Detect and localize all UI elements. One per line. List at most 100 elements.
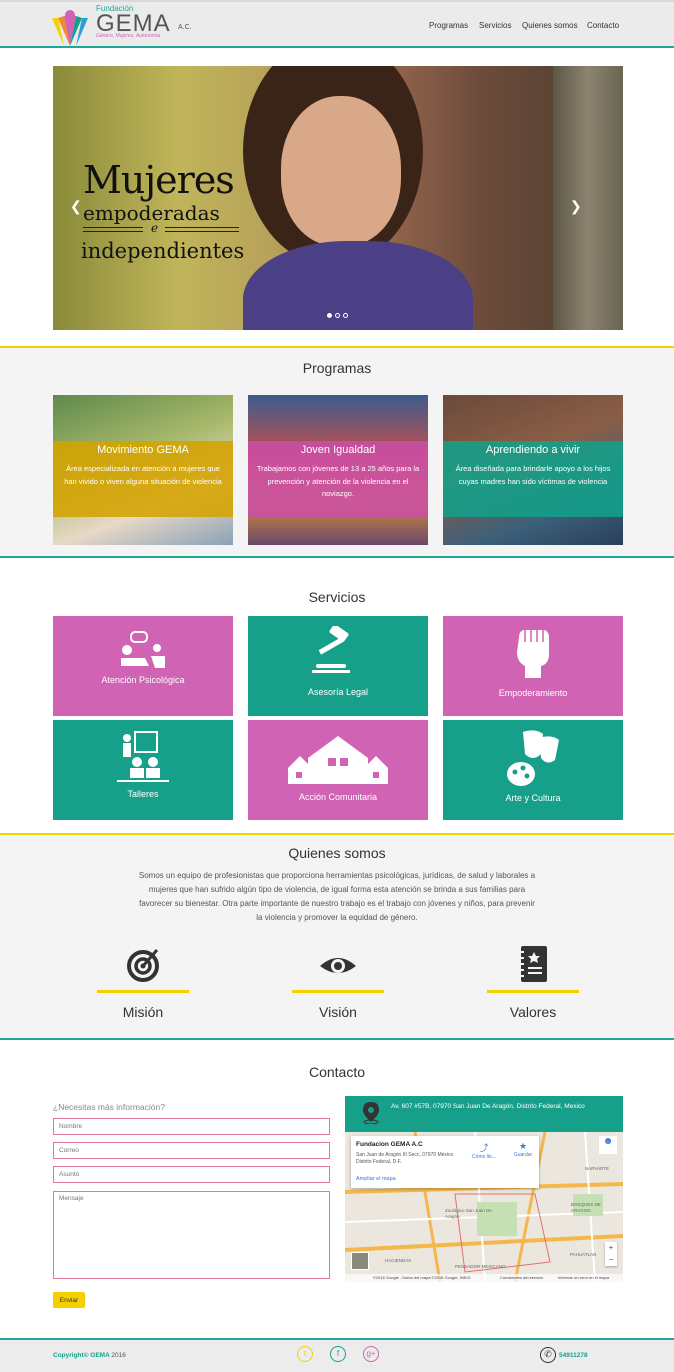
carousel-dot[interactable] <box>327 313 332 318</box>
brand-tagline: Género, Mujeres, Autonomía <box>96 33 161 39</box>
map-label: PENSADOR MEXICANO <box>455 1264 506 1269</box>
map-directions-button[interactable]: ⤴ Cómo lle... <box>472 1141 496 1160</box>
gavel-icon <box>312 626 350 673</box>
service-label: Atención Psicológica <box>101 675 185 685</box>
service-label: Arte y Cultura <box>505 793 561 803</box>
email-input[interactable] <box>53 1142 330 1159</box>
copyright-text: Copyright© GEMA <box>53 1352 110 1359</box>
hero-carousel: Mujeres empoderadas e independientes ❮ ❯ <box>53 66 623 330</box>
pillar-label: Misión <box>122 1004 164 1020</box>
program-card-joven[interactable]: Joven Igualdad Trabajamos con jóvenes de… <box>248 395 428 545</box>
name-input[interactable] <box>53 1118 330 1135</box>
target-icon <box>127 949 159 982</box>
hero-rule <box>165 227 239 228</box>
divider <box>0 1038 674 1040</box>
footer-copyright: Copyright© GEMA 2016 <box>53 1352 126 1359</box>
pillar-underline <box>487 990 579 993</box>
phone-icon: ✆ <box>540 1347 556 1363</box>
program-title: Joven Igualdad <box>300 444 376 456</box>
twitter-icon[interactable]: t <box>297 1346 313 1362</box>
brand: Fundación GEMA A.C. Género, Mujeres, Aut… <box>50 2 210 48</box>
map-enlarge-link[interactable]: Ampliar el mapa <box>356 1176 396 1182</box>
program-desc: Área diseñada para brindarle apoyo a los… <box>455 464 611 486</box>
nav-programas[interactable]: Programas <box>429 21 468 30</box>
contacto-title: Contacto <box>308 1064 366 1080</box>
google-map[interactable]: Fundacion GEMA A.C San Juan de Aragón II… <box>345 1132 623 1282</box>
map-place-name: Fundacion GEMA A.C <box>356 1141 423 1148</box>
eye-icon <box>320 958 356 973</box>
facebook-icon[interactable]: f <box>330 1346 346 1362</box>
service-label: Asesoría Legal <box>307 687 369 697</box>
carousel-dot[interactable] <box>343 313 348 318</box>
divider <box>0 556 674 558</box>
map-pin-icon <box>363 1102 379 1124</box>
map-save-button[interactable]: ★ Guardar <box>511 1141 535 1158</box>
carousel-dot[interactable] <box>335 313 340 318</box>
map-report-link[interactable]: Informar un error en el mapa <box>558 1275 609 1280</box>
brand-suffix: A.C. <box>178 24 192 31</box>
pegman-icon[interactable]: ☻ <box>599 1136 617 1154</box>
pillar-label: Visión <box>319 1004 357 1020</box>
nav-quienes-somos[interactable]: Quienes somos <box>522 21 578 30</box>
hero-shirt <box>243 241 473 330</box>
carousel-next-icon[interactable]: ❯ <box>570 198 582 215</box>
zoom-in-icon[interactable]: + <box>605 1242 617 1254</box>
map-terms-link[interactable]: Condiciones del servicio <box>500 1275 543 1280</box>
hero-rule <box>83 227 143 228</box>
program-title: Movimiento GEMA <box>97 444 189 456</box>
service-accion-comunitaria[interactable]: Acción Comunitaria <box>248 720 428 820</box>
pillar-underline <box>97 990 189 993</box>
fist-icon <box>517 630 549 678</box>
pillar-label: Valores <box>509 1004 557 1020</box>
copyright-year: 2016 <box>111 1352 126 1359</box>
zoom-out-icon[interactable]: − <box>605 1254 617 1266</box>
nav-servicios[interactable]: Servicios <box>479 21 511 30</box>
carousel-prev-icon[interactable]: ❮ <box>70 198 82 215</box>
hero-title-line4: independientes <box>81 239 245 263</box>
programas-title: Programas <box>302 360 372 376</box>
masks-palette-icon <box>507 730 559 786</box>
contact-question: ¿Necesitas más información? <box>53 1102 165 1112</box>
hero-title-line3: e <box>151 221 159 235</box>
program-card-movimiento[interactable]: Movimiento GEMA Área especializada en at… <box>53 395 233 545</box>
classroom-icon <box>117 731 169 782</box>
service-empoderamiento[interactable]: Empoderamiento <box>443 616 623 716</box>
map-satellite-thumb[interactable] <box>351 1252 369 1270</box>
therapy-icon <box>121 631 165 668</box>
service-asesoria-legal[interactable]: Asesoría Legal <box>248 616 428 716</box>
google-plus-icon[interactable]: g+ <box>363 1346 379 1362</box>
directions-label: Cómo lle... <box>472 1154 496 1160</box>
map-label: Zoológico San Juan De Aragón <box>445 1208 492 1219</box>
program-title: Aprendiendo a vivir <box>485 444 581 456</box>
hero-title-line1: Mujeres <box>83 158 235 202</box>
map-label: BOSQUES DE ARAGON <box>571 1202 601 1213</box>
program-card-aprendiendo[interactable]: Aprendiendo a vivir Área diseñada para b… <box>443 395 623 545</box>
contact-address: Av. 607 #57B, 07970 San Juan De Aragón, … <box>391 1103 585 1110</box>
service-atencion-psicologica[interactable]: Atención Psicológica <box>53 616 233 716</box>
program-desc: Área especializada en atención a mujeres… <box>64 464 222 486</box>
servicios-title: Servicios <box>308 589 366 605</box>
map-label: NARVARTE <box>585 1166 610 1171</box>
houses-icon <box>288 736 388 784</box>
service-label: Talleres <box>127 789 159 799</box>
send-button[interactable]: Enviar <box>53 1292 85 1308</box>
quienes-title: Quienes somos <box>288 845 386 861</box>
hero-face <box>281 96 401 246</box>
service-arte-cultura[interactable]: Arte y Cultura <box>443 720 623 820</box>
zoom-controls: + − <box>605 1242 617 1266</box>
program-desc: Trabajamos con jóvenes de 13 a 25 años p… <box>256 464 420 498</box>
hero-tree <box>553 66 623 330</box>
directions-icon: ⤴ <box>479 1143 489 1153</box>
service-talleres[interactable]: Talleres <box>53 720 233 820</box>
save-label: Guardar <box>513 1152 533 1158</box>
top-navbar: Fundación GEMA A.C. Género, Mujeres, Aut… <box>0 0 674 48</box>
subject-input[interactable] <box>53 1166 330 1183</box>
service-label: Empoderamiento <box>498 688 568 698</box>
map-place-address: San Juan de Aragón III Secc, 07970 Méxic… <box>356 1152 454 1165</box>
map-footer-bar: ©2016 Google - Datos del mapa ©2016 Goog… <box>345 1274 623 1282</box>
nav-contacto[interactable]: Contacto <box>587 21 619 30</box>
message-textarea[interactable] <box>53 1191 330 1279</box>
star-icon: ★ <box>518 1141 528 1151</box>
notebook-icon <box>519 946 547 982</box>
quienes-text: Somos un equipo de profesionistas que pr… <box>138 871 536 922</box>
